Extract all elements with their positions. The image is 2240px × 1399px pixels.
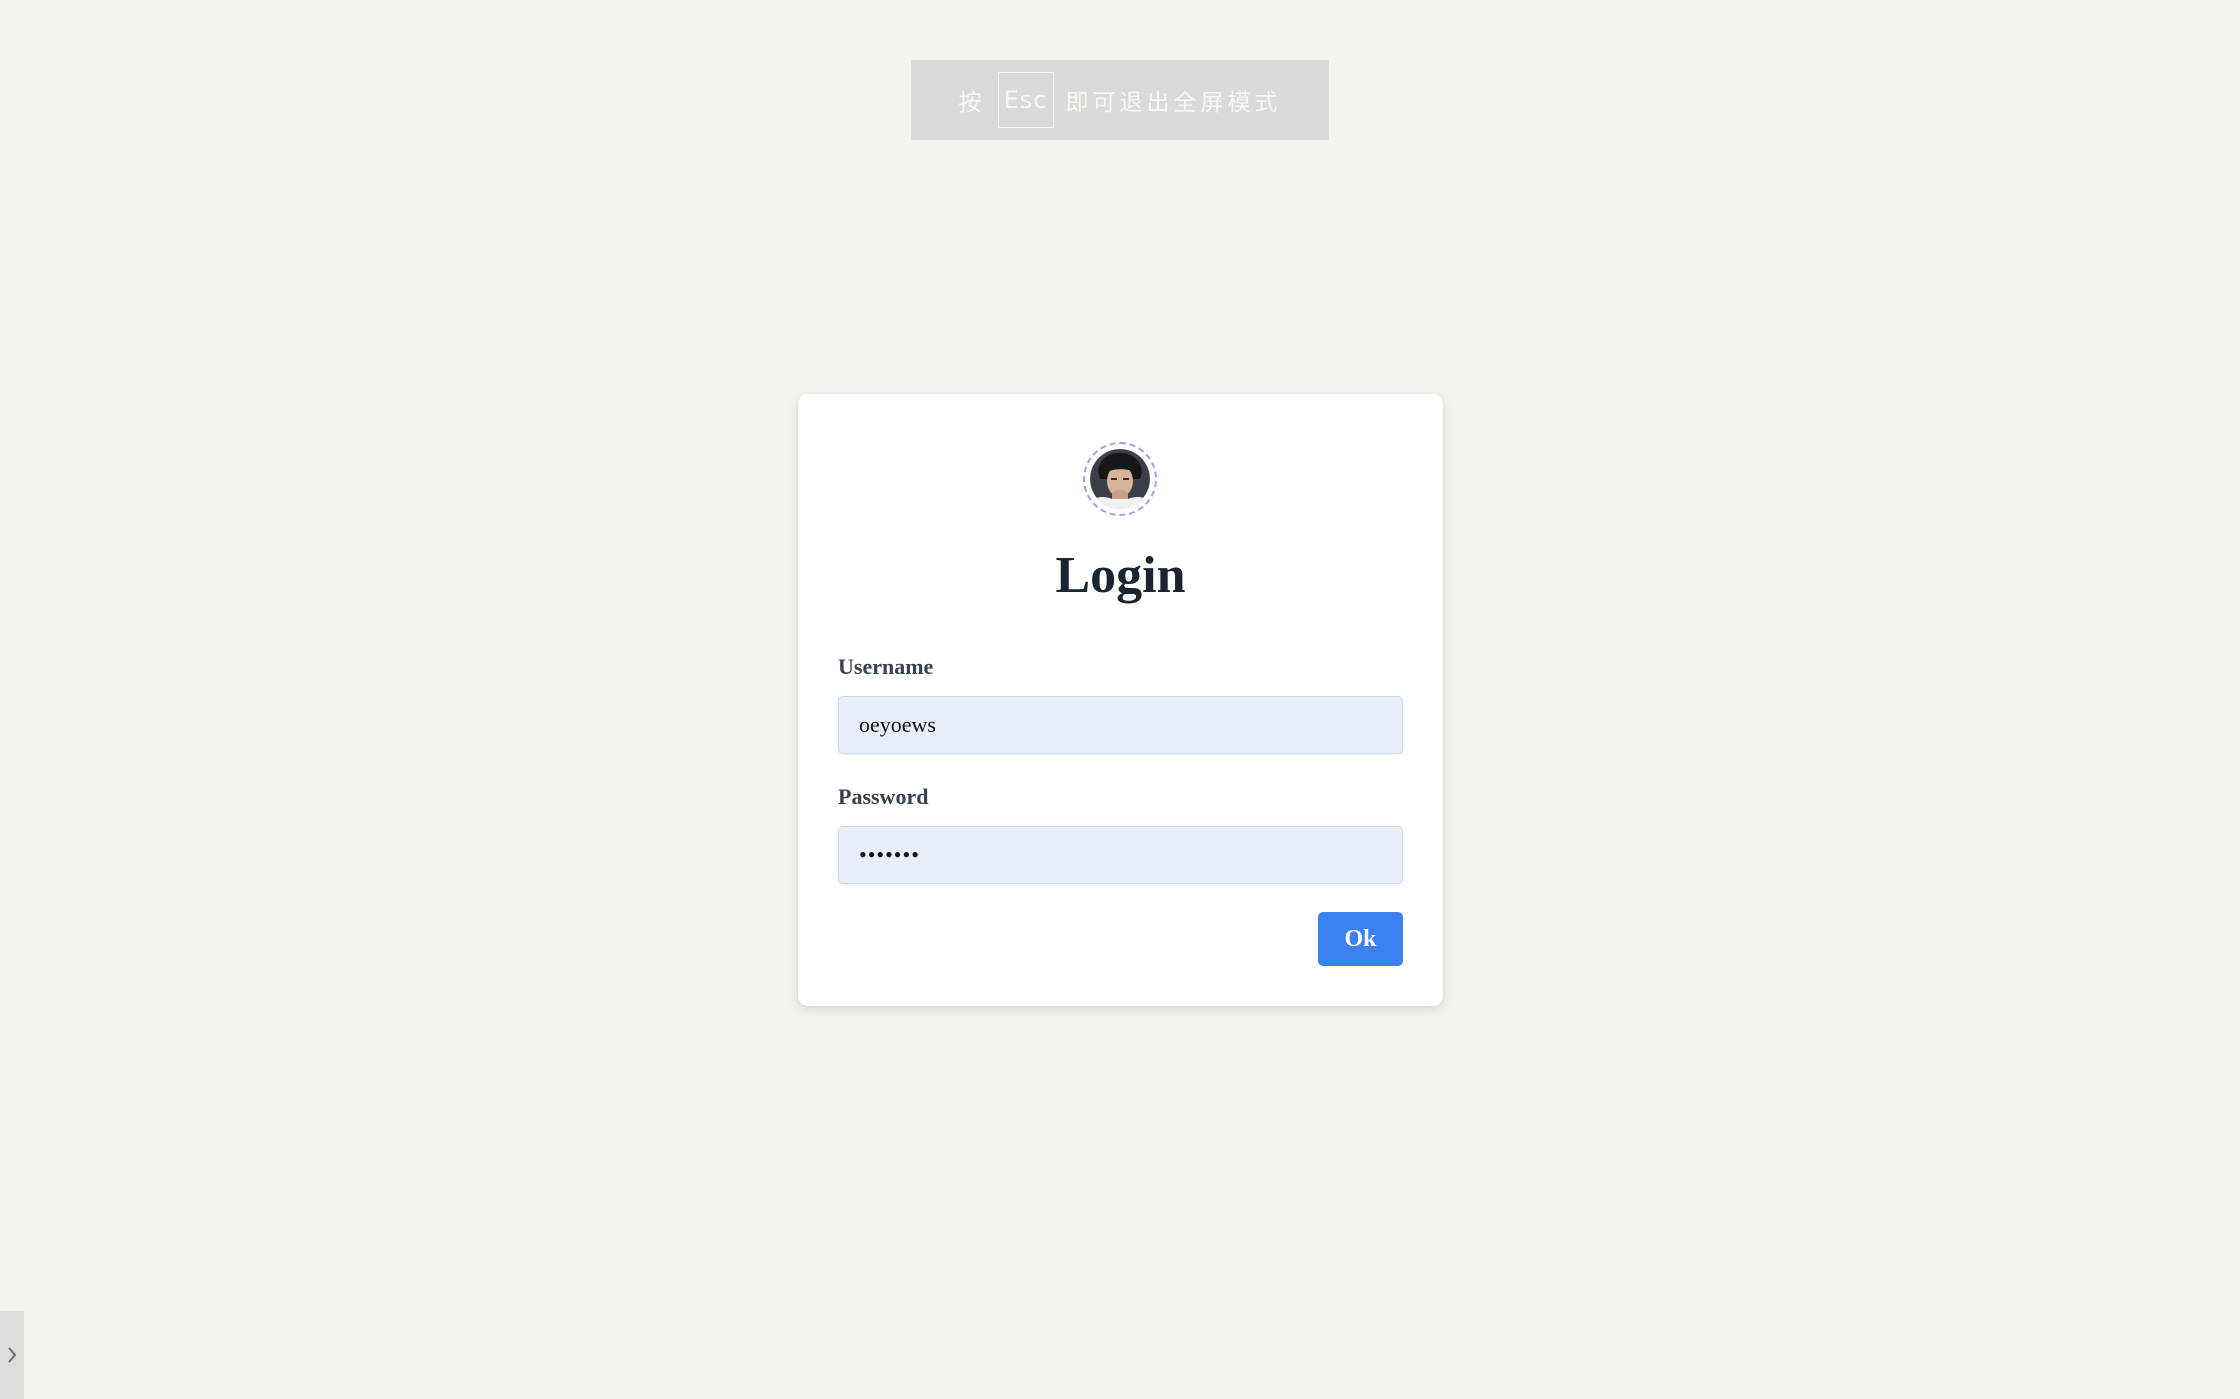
notice-suffix: 即可退出全屏模式 <box>1065 90 1282 116</box>
chevron-right-icon <box>8 1347 17 1363</box>
password-label: Password <box>838 784 929 809</box>
ok-button[interactable]: Ok <box>1318 912 1403 966</box>
login-title: Login <box>1055 547 1186 604</box>
login-card: Login Username Password Ok <box>798 394 1443 1006</box>
esc-key-badge: Esc <box>997 72 1054 128</box>
fullscreen-exit-notice: 按 Esc 即可退出全屏模式 <box>911 60 1329 140</box>
username-input[interactable] <box>838 696 1403 754</box>
avatar <box>1090 449 1150 509</box>
password-input[interactable] <box>838 826 1403 884</box>
side-panel-toggle[interactable] <box>0 1311 24 1399</box>
avatar-frame <box>1083 442 1157 516</box>
notice-prefix: 按 <box>958 90 986 116</box>
username-label: Username <box>838 654 934 679</box>
